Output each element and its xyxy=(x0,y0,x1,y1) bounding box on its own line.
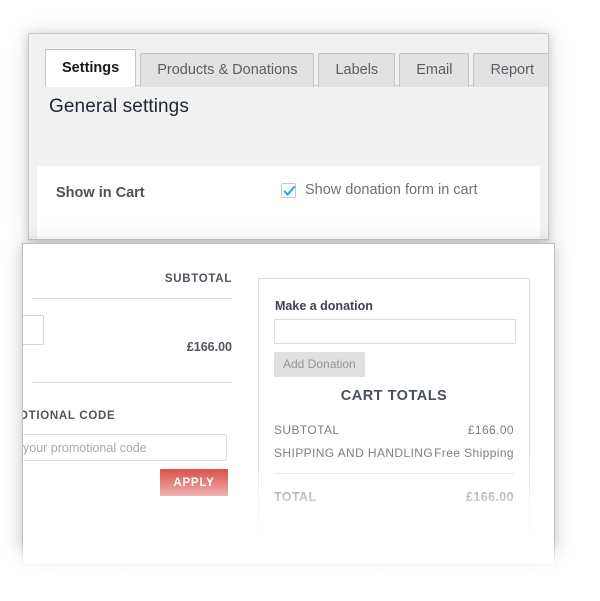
setting-row-show-in-cart: Show in Cart Show donation form in cart xyxy=(37,166,540,228)
totals-row-subtotal-label: SUBTOTAL xyxy=(274,423,340,437)
add-donation-button[interactable]: Add Donation xyxy=(274,352,365,377)
settings-content-area: Show in Cart Show donation form in cart xyxy=(37,166,540,239)
totals-row-total: TOTAL £166.00 xyxy=(274,490,514,504)
tab-settings[interactable]: Settings xyxy=(45,49,137,87)
totals-row-shipping-value: Free Shipping xyxy=(434,446,514,460)
promotional-code-header: OTIONAL CODE xyxy=(22,410,116,422)
totals-row-subtotal: SUBTOTAL £166.00 xyxy=(274,423,514,437)
totals-row-shipping: SHIPPING AND HANDLING Free Shipping xyxy=(274,446,514,460)
cart-totals-box: Make a donation Add Donation CART TOTALS… xyxy=(258,278,530,564)
cart-table-divider-bottom xyxy=(32,382,232,383)
totals-row-total-value: £166.00 xyxy=(466,490,514,504)
page-title: General settings xyxy=(49,96,189,117)
totals-divider xyxy=(274,473,514,474)
cart-totals-title: CART TOTALS xyxy=(340,388,448,404)
promotional-code-input[interactable] xyxy=(23,434,227,461)
tab-products-and-donations[interactable]: Products & Donations xyxy=(140,53,315,87)
cart-preview-inner: SUBTOTAL £166.00 OTIONAL CODE APPLY Make… xyxy=(23,253,545,564)
show-donation-form-checkbox[interactable] xyxy=(281,182,296,198)
apply-button[interactable]: APPLY xyxy=(160,469,228,496)
cart-table-subtotal-amount: £166.00 xyxy=(186,340,232,354)
totals-row-subtotal-value: £166.00 xyxy=(467,423,514,437)
cart-left-column: SUBTOTAL £166.00 OTIONAL CODE APPLY xyxy=(23,253,241,564)
make-a-donation-label: Make a donation xyxy=(275,299,373,313)
tab-strip: Settings Products & Donations Labels Ema… xyxy=(45,48,548,87)
setting-label-show-in-cart: Show in Cart xyxy=(56,185,145,201)
tab-labels[interactable]: Labels xyxy=(318,53,396,87)
tab-email[interactable]: Email xyxy=(399,53,470,87)
checkmark-icon xyxy=(283,185,296,196)
totals-row-shipping-label: SHIPPING AND HANDLING xyxy=(274,446,434,460)
quantity-input[interactable] xyxy=(23,315,44,345)
cart-table-divider-top xyxy=(32,298,232,299)
totals-row-total-label: TOTAL xyxy=(274,490,317,504)
settings-panel: Settings Products & Donations Labels Ema… xyxy=(28,33,549,240)
show-donation-form-checkbox-group[interactable]: Show donation form in cart xyxy=(281,182,477,198)
show-donation-form-label: Show donation form in cart xyxy=(305,182,478,198)
cart-preview-panel: SUBTOTAL £166.00 OTIONAL CODE APPLY Make… xyxy=(22,243,555,565)
donation-amount-input[interactable] xyxy=(274,319,516,344)
tab-report[interactable]: Report xyxy=(473,53,548,87)
tab-bar: Settings Products & Donations Labels Ema… xyxy=(29,34,548,87)
update-shopping-cart-button[interactable]: UPDATE SHOPPING CART xyxy=(274,534,516,564)
cart-table-subtotal-header: SUBTOTAL xyxy=(164,273,232,285)
